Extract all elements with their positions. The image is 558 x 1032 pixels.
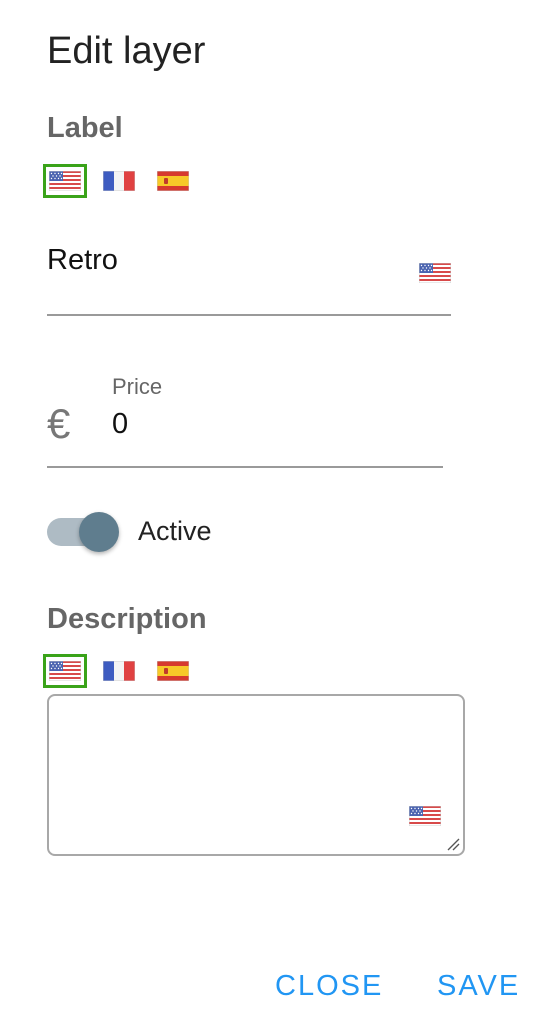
active-toggle-label: Active	[138, 516, 212, 546]
us-flag-icon	[49, 661, 81, 681]
description-language-selector	[43, 654, 205, 688]
save-button[interactable]: SAVE	[437, 970, 520, 1003]
label-input-value: Retro	[47, 244, 118, 276]
fr-flag-icon	[103, 171, 135, 191]
toggle-knob	[79, 512, 119, 552]
label-heading: Label	[47, 112, 123, 144]
description-lang-fr-button[interactable]	[97, 654, 141, 688]
label-language-selector	[43, 164, 205, 198]
us-flag-icon	[409, 806, 441, 826]
es-flag-icon	[157, 171, 189, 191]
price-value: 0	[112, 408, 129, 440]
price-input[interactable]: € Price 0	[47, 370, 443, 468]
description-lang-en-button[interactable]	[43, 654, 87, 688]
description-textarea[interactable]	[47, 694, 465, 856]
description-lang-es-button[interactable]	[151, 654, 195, 688]
dialog-title: Edit layer	[47, 30, 206, 72]
active-toggle[interactable]	[47, 512, 119, 552]
label-lang-es-button[interactable]	[151, 164, 195, 198]
label-lang-en-button[interactable]	[43, 164, 87, 198]
us-flag-icon	[49, 171, 81, 191]
description-heading: Description	[47, 603, 207, 635]
label-input[interactable]: Retro	[47, 236, 451, 316]
us-flag-icon	[419, 263, 451, 283]
fr-flag-icon	[103, 661, 135, 681]
close-button[interactable]: CLOSE	[275, 970, 383, 1003]
price-label: Price	[112, 374, 163, 399]
resize-handle-icon[interactable]	[446, 837, 460, 851]
es-flag-icon	[157, 661, 189, 681]
label-lang-fr-button[interactable]	[97, 164, 141, 198]
euro-icon: €	[47, 400, 71, 447]
